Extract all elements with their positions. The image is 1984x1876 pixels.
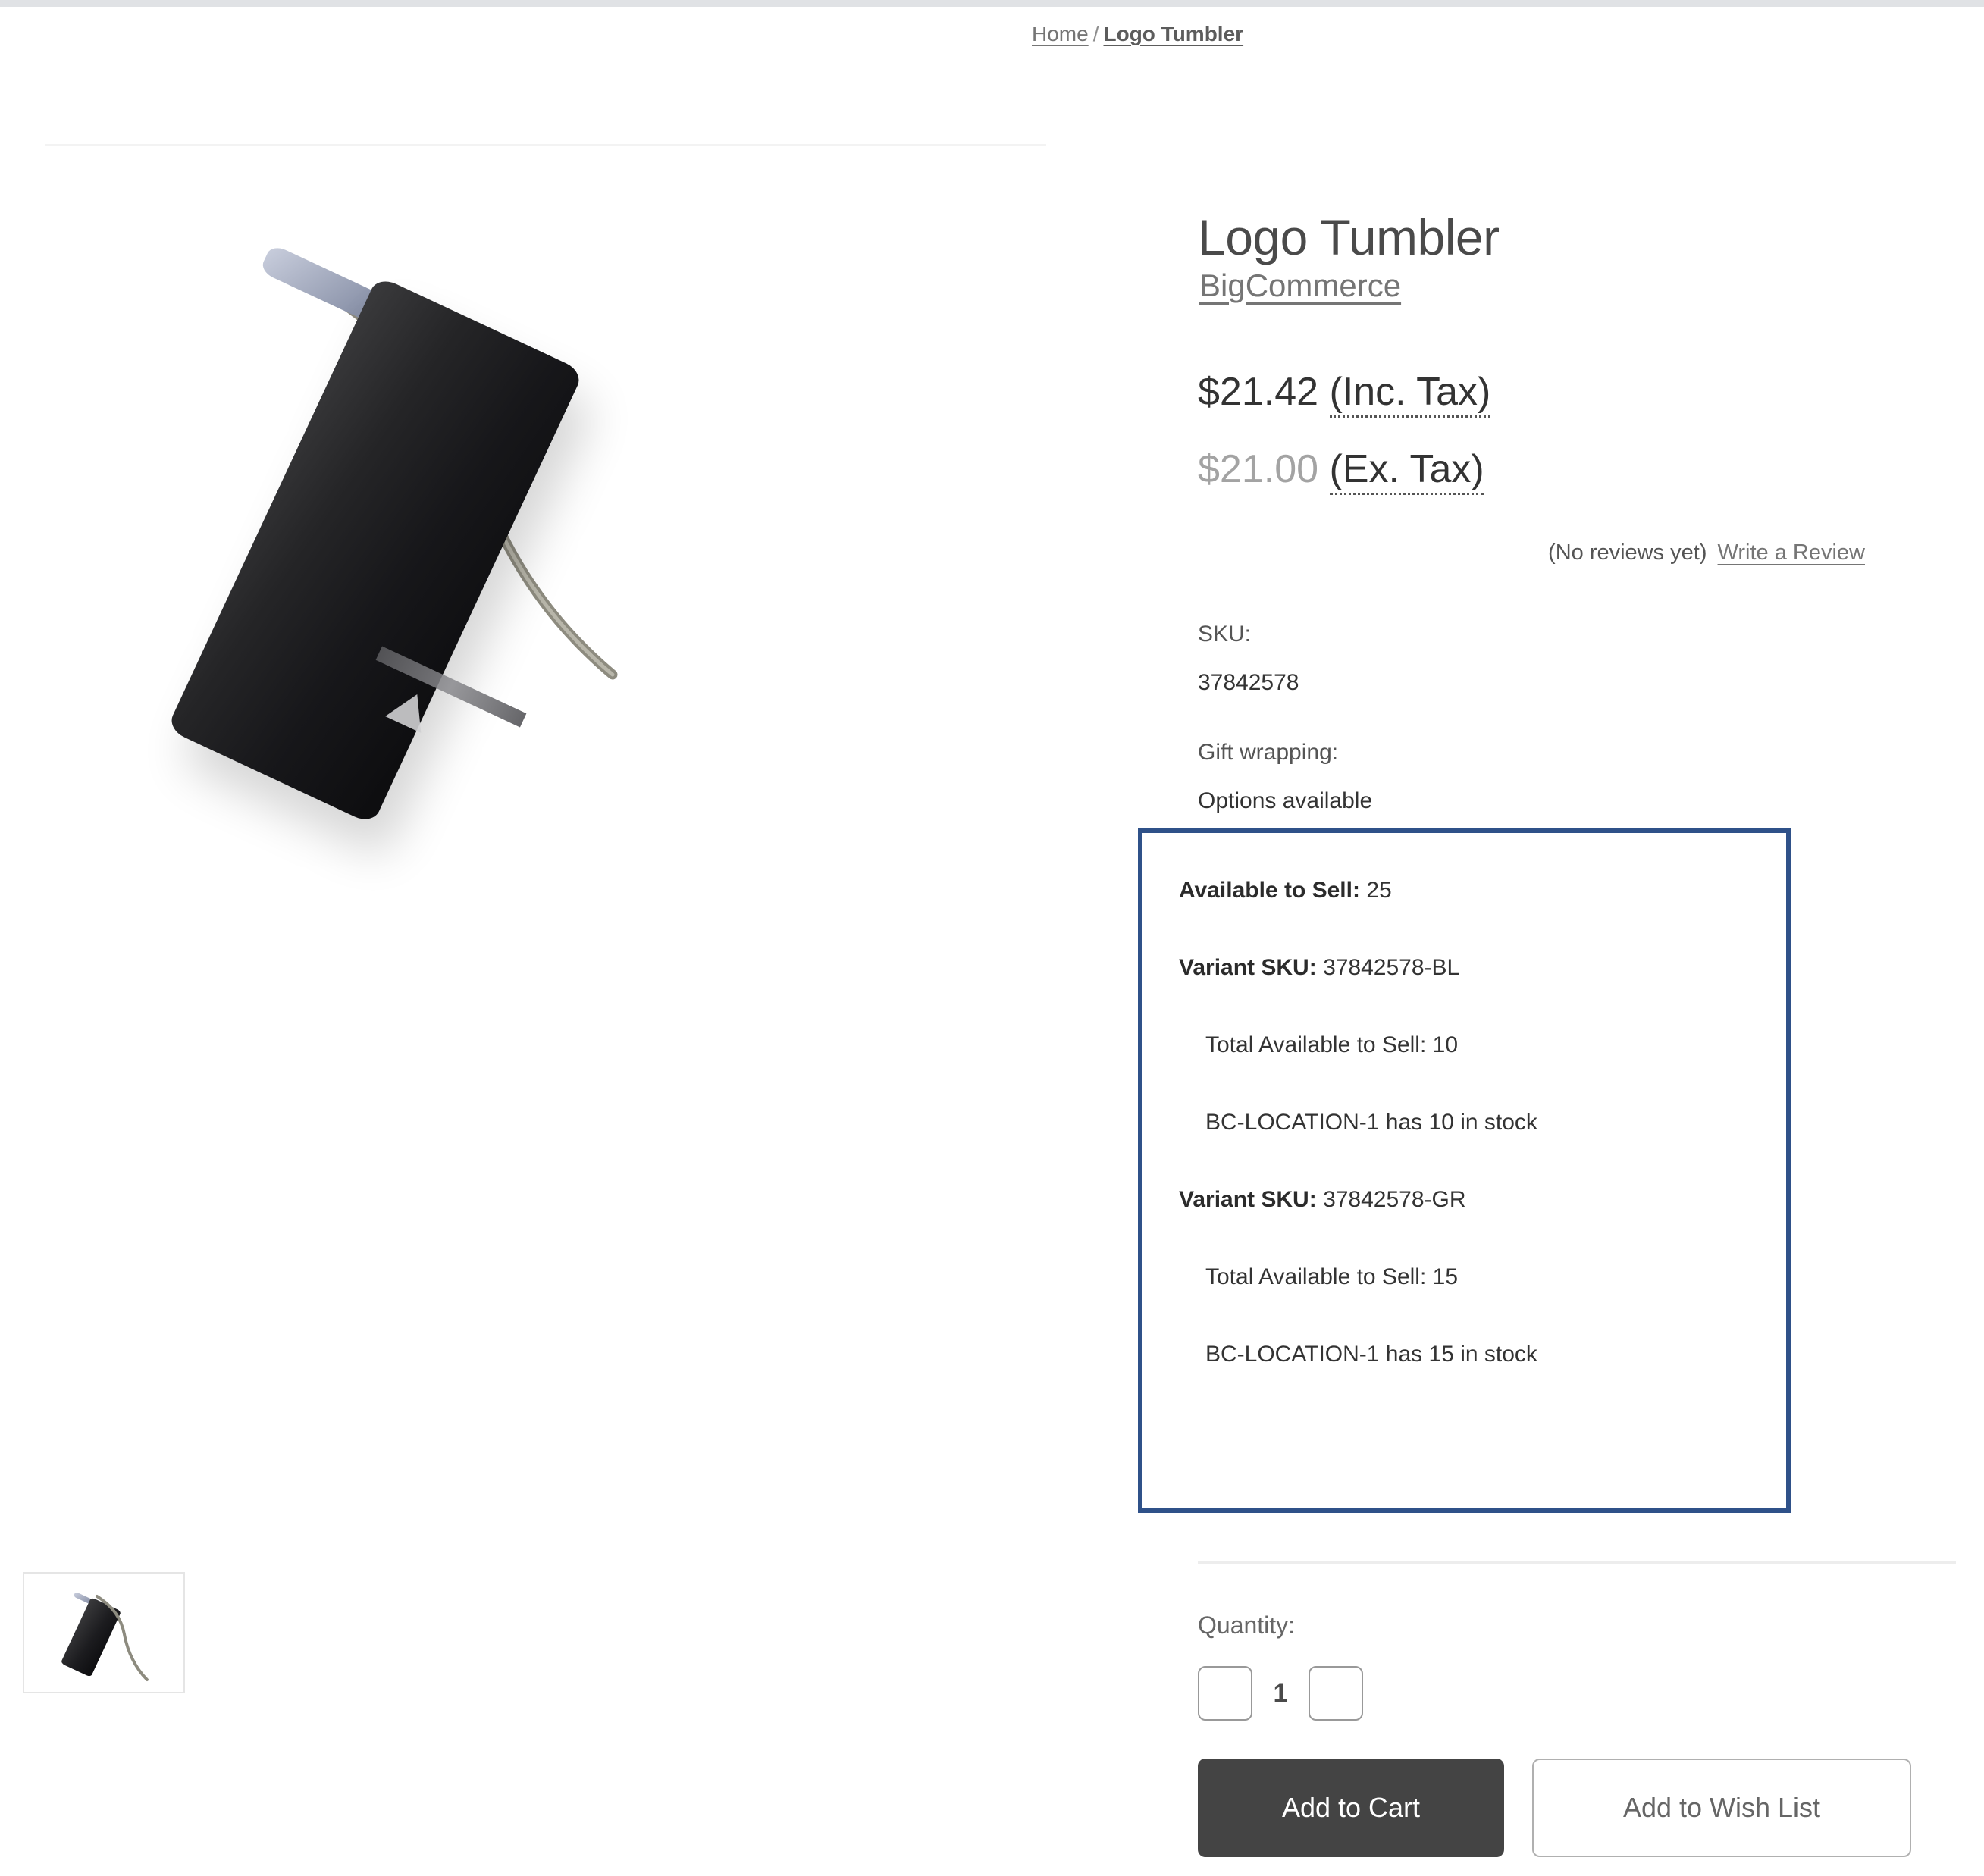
product-gallery — [0, 73, 1077, 1693]
review-count-text: (No reviews yet) — [1548, 540, 1707, 565]
thumbnail-item[interactable] — [23, 1572, 185, 1693]
sku-label: SKU: — [1198, 622, 1252, 647]
quantity-label: Quantity: — [1198, 1611, 1296, 1639]
price-ex-tax: $21.00 (Ex. Tax) — [1198, 446, 1484, 495]
quantity-stepper: 1 — [1198, 1666, 1363, 1721]
variant-sku-row: Variant SKU: 37842578-GR — [1179, 1185, 1756, 1215]
add-to-wish-list-button[interactable]: Add to Wish List — [1532, 1759, 1911, 1857]
inventory-callout-box: Available to Sell: 25 Variant SKU: 37842… — [1138, 828, 1791, 1513]
price-ex-tax-value: $21.00 — [1198, 447, 1319, 491]
quantity-decrement-button[interactable] — [1198, 1666, 1252, 1721]
sku-value: 37842578 — [1198, 670, 1299, 695]
variant-sku-row: Variant SKU: 37842578-BL — [1179, 953, 1756, 983]
tumbler-illustration — [45, 73, 1077, 1430]
variant-location-stock: BC-LOCATION-1 has 10 in stock — [1205, 1110, 1537, 1135]
available-to-sell-label: Available to Sell: — [1179, 878, 1360, 903]
section-divider — [1198, 1561, 1956, 1564]
review-summary: (No reviews yet) Write a Review — [1198, 538, 1956, 567]
page-title: Logo Tumbler — [1198, 209, 1500, 266]
quantity-increment-button[interactable] — [1309, 1666, 1363, 1721]
price-ex-tax-note: (Ex. Tax) — [1329, 447, 1484, 495]
variant-sku-label: Variant SKU: — [1179, 955, 1317, 980]
breadcrumb-current-link[interactable]: Logo Tumbler — [1103, 22, 1243, 45]
breadcrumb-home-link[interactable]: Home — [1032, 22, 1089, 45]
variant-total-available: Total Available to Sell: 15 — [1205, 1264, 1459, 1289]
thumbnail-strip — [23, 1572, 205, 1693]
variant-location-stock: BC-LOCATION-1 has 15 in stock — [1205, 1342, 1537, 1367]
variant-sku-label: Variant SKU: — [1179, 1187, 1317, 1212]
quantity-value[interactable]: 1 — [1252, 1679, 1309, 1708]
page-top-band — [0, 0, 1984, 7]
gift-wrapping-value: Options available — [1198, 788, 1373, 813]
variant-sku-value: 37842578-BL — [1323, 955, 1460, 980]
available-to-sell-row: Available to Sell: 25 — [1179, 875, 1756, 906]
product-meta: SKU: 37842578 Gift wrapping: Options ava… — [1198, 620, 1956, 857]
brand-link[interactable]: BigCommerce — [1199, 267, 1401, 305]
product-main-image[interactable] — [45, 73, 1077, 1430]
price-inc-tax-value: $21.42 — [1198, 370, 1319, 414]
thumbnail-straw-icon — [96, 1595, 149, 1681]
breadcrumb: Home / Logo Tumbler — [1032, 21, 1243, 47]
gift-wrapping-label: Gift wrapping: — [1198, 740, 1339, 765]
add-to-cart-button[interactable]: Add to Cart — [1198, 1759, 1504, 1857]
variant-sku-value: 37842578-GR — [1323, 1187, 1466, 1212]
purchase-actions: Add to Cart Add to Wish List — [1198, 1759, 1911, 1857]
variant-total-available: Total Available to Sell: 10 — [1205, 1032, 1459, 1057]
available-to-sell-value: 25 — [1366, 878, 1392, 903]
price-inc-tax-note: (Inc. Tax) — [1329, 370, 1491, 418]
breadcrumb-separator: / — [1092, 22, 1099, 45]
write-review-link[interactable]: Write a Review — [1718, 540, 1865, 565]
price-inc-tax: $21.42 (Inc. Tax) — [1198, 368, 1491, 418]
